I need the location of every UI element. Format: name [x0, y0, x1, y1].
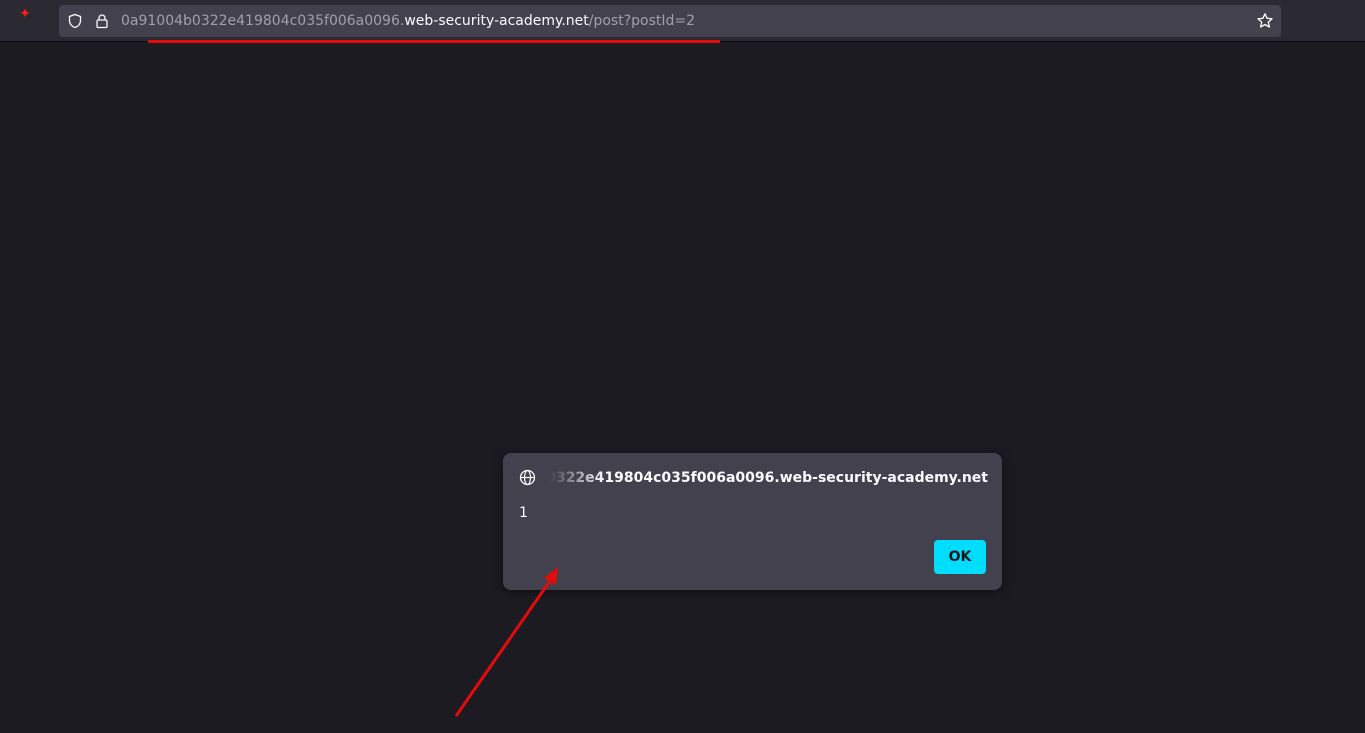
alert-dialog: 0a91004b0322e419804c035f006a0096.web-sec… — [503, 453, 1002, 590]
dialog-message: 1 — [519, 505, 528, 521]
shield-icon[interactable] — [67, 13, 83, 29]
url-domain: web-security-academy.net — [404, 13, 589, 29]
address-bar[interactable]: 0a91004b0322e419804c035f006a0096.web-sec… — [59, 5, 1281, 37]
dialog-origin: 0a91004b0322e419804c035f006a0096.web-sec… — [544, 470, 988, 486]
favicon-marker: ✦ — [19, 6, 31, 22]
url-subdomain: 0a91004b0322e419804c035f006a0096. — [121, 13, 405, 29]
ok-button[interactable]: OK — [934, 540, 986, 574]
globe-icon — [519, 469, 536, 486]
url-text[interactable]: 0a91004b0322e419804c035f006a0096.web-sec… — [121, 5, 695, 37]
star-icon[interactable] — [1256, 12, 1274, 30]
lock-icon[interactable] — [94, 13, 110, 29]
page-content — [0, 43, 1365, 733]
dialog-origin-fade — [544, 468, 604, 488]
url-path: /post?postId=2 — [588, 13, 696, 29]
browser-toolbar: ✦ 0a91004b0322e419804c035f006a0096.web-s… — [0, 0, 1365, 42]
